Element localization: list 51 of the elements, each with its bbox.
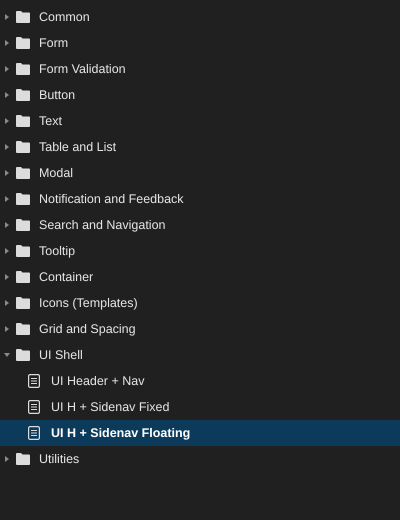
caret-icon[interactable]	[3, 169, 11, 177]
caret-icon[interactable]	[3, 195, 11, 203]
folder-label[interactable]: UI Shell	[39, 346, 83, 364]
folder-icon	[16, 63, 30, 75]
folder-icon	[16, 349, 30, 361]
folder-icon	[16, 245, 30, 257]
folder-icon	[16, 453, 30, 465]
tree-item[interactable]: UI H + Sidenav Floating	[0, 420, 400, 446]
folder-label[interactable]: Tooltip	[39, 242, 76, 260]
folder-icon	[16, 193, 30, 205]
folder-label[interactable]: Table and List	[39, 138, 116, 156]
caret-icon[interactable]	[3, 273, 11, 281]
folder-icon	[16, 271, 30, 283]
folder-icon	[16, 297, 30, 309]
folder-label[interactable]: Container	[39, 268, 94, 286]
folder-icon	[16, 167, 30, 179]
document-icon	[28, 426, 40, 440]
caret-icon[interactable]	[3, 351, 11, 359]
tree-item[interactable]: UI Header + Nav	[0, 368, 400, 394]
caret-icon[interactable]	[3, 117, 11, 125]
document-icon	[28, 400, 40, 414]
caret-icon[interactable]	[3, 91, 11, 99]
caret-icon[interactable]	[3, 221, 11, 229]
folder-label[interactable]: Search and Navigation	[39, 216, 166, 234]
folder-label[interactable]: Grid and Spacing	[39, 320, 136, 338]
folder-label[interactable]: Icons (Templates)	[39, 294, 138, 312]
caret-icon[interactable]	[3, 325, 11, 333]
folder-label[interactable]: Utilities	[39, 450, 80, 468]
caret-icon[interactable]	[3, 65, 11, 73]
caret-icon[interactable]	[3, 143, 11, 151]
folder-icon	[16, 141, 30, 153]
caret-icon[interactable]	[3, 13, 11, 21]
folder-icon	[16, 89, 30, 101]
folder-label[interactable]: Button	[39, 86, 76, 104]
folder-label[interactable]: Form	[39, 34, 68, 52]
folder-label[interactable]: Form Validation	[39, 60, 126, 78]
folder-icon	[16, 37, 30, 49]
folder-icon	[16, 11, 30, 23]
folder-icon	[16, 323, 30, 335]
folder-label[interactable]: Notification and Feedback	[39, 190, 184, 208]
tree-item[interactable]: UI H + Sidenav Fixed	[0, 394, 400, 420]
folder-label[interactable]: Text	[39, 112, 62, 130]
folder-icon	[16, 219, 30, 231]
caret-icon[interactable]	[3, 247, 11, 255]
caret-icon[interactable]	[3, 39, 11, 47]
folder-label[interactable]: Modal	[39, 164, 74, 182]
folder-label[interactable]: Common	[39, 8, 90, 26]
folder-icon	[16, 115, 30, 127]
caret-icon[interactable]	[3, 299, 11, 307]
caret-icon[interactable]	[3, 455, 11, 463]
document-icon	[28, 374, 40, 388]
